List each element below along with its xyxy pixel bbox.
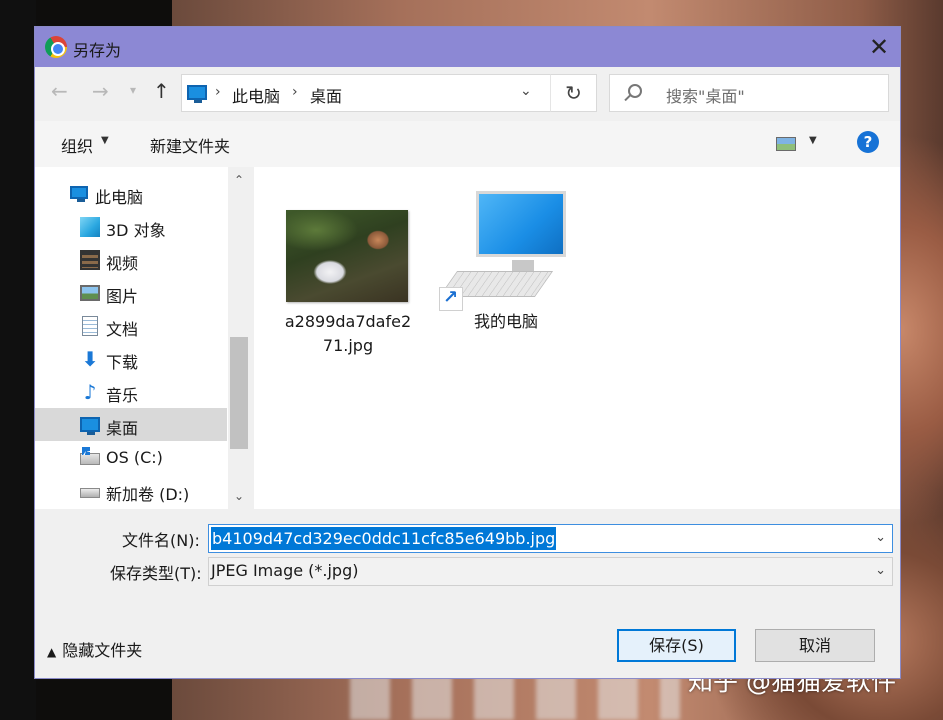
sidebar-item-3d-objects[interactable]: 3D 对象 [35, 210, 227, 243]
sidebar-item-label: 音乐 [106, 386, 139, 405]
view-caret-icon[interactable]: ▼ [809, 135, 817, 146]
sidebar-item-drive-d[interactable]: 新加卷 (D:) [35, 474, 227, 507]
organize-menu[interactable]: 组织 [61, 133, 93, 157]
close-icon[interactable]: ✕ [863, 31, 895, 63]
filename-input[interactable]: b4109d47cd329ec0ddc11cfc85e649bb.jpg ⌄ [208, 524, 893, 553]
video-icon [80, 250, 100, 270]
picture-icon [80, 285, 100, 301]
computer-shortcut-icon [476, 191, 566, 257]
cube-3d-icon [80, 217, 100, 237]
background-dark-strip [0, 0, 36, 720]
windows-logo-icon [82, 447, 90, 455]
sidebar-item-label: 此电脑 [95, 188, 144, 207]
sidebar-item-label: 新加卷 (D:) [106, 485, 190, 504]
forward-arrow-icon[interactable]: → [92, 79, 109, 103]
title-bar[interactable]: 另存为 ✕ [35, 27, 900, 67]
chevron-down-icon[interactable]: ⌄ [875, 563, 886, 578]
breadcrumb-separator-icon[interactable]: › [292, 84, 298, 100]
sidebar-item-label: OS (C:) [106, 448, 163, 467]
filename-value[interactable]: b4109d47cd329ec0ddc11cfc85e649bb.jpg [211, 527, 557, 550]
window-title: 另存为 [73, 41, 122, 60]
document-icon [82, 316, 98, 336]
filetype-value: JPEG Image (*.jpg) [211, 561, 359, 580]
file-name-label: a2899da7dafe2 71.jpg [284, 312, 412, 355]
sidebar-item-label: 图片 [106, 287, 139, 306]
sidebar-item-label: 3D 对象 [106, 221, 166, 240]
navigation-pane: 此电脑 3D 对象 视频 图片 文档 ⬇ 下载 ♪ 音乐 桌面 OS (C:) … [35, 167, 250, 509]
new-folder-button[interactable]: 新建文件夹 [150, 133, 230, 157]
toolbar: 组织 ▼ 新建文件夹 ▼ ? [35, 121, 900, 167]
nav-scrollbar[interactable]: ⌃ ⌄ [228, 167, 250, 509]
organize-caret-icon[interactable]: ▼ [101, 135, 109, 146]
breadcrumb-desktop[interactable]: 桌面 [310, 83, 342, 107]
breadcrumb-this-pc[interactable]: 此电脑 [232, 83, 280, 107]
sidebar-item-label: 桌面 [106, 419, 139, 438]
filename-label: 文件名(N): [122, 531, 200, 550]
up-arrow-icon[interactable]: ↑ [153, 79, 170, 103]
recent-locations-chevron-icon[interactable]: ▾ [130, 83, 136, 97]
scrollbar-thumb[interactable] [230, 337, 248, 449]
drive-icon [80, 488, 100, 498]
back-arrow-icon[interactable]: ← [51, 79, 68, 103]
search-box[interactable]: 搜索"桌面" [609, 74, 889, 112]
sidebar-item-this-pc[interactable]: 此电脑 [35, 177, 227, 210]
chevron-down-icon[interactable]: ⌄ [228, 485, 250, 507]
file-list-pane: a2899da7dafe2 71.jpg 我的电脑 [254, 167, 900, 509]
save-as-dialog: 另存为 ✕ ← → ▾ ↑ › 此电脑 › 桌面 ⌄ ↻ 搜索"桌面" 组织 ▼… [34, 26, 901, 679]
computer-icon [187, 85, 207, 103]
sidebar-item-pictures[interactable]: 图片 [35, 276, 227, 309]
sidebar-item-documents[interactable]: 文档 [35, 309, 227, 342]
filetype-select[interactable]: JPEG Image (*.jpg) ⌄ [208, 557, 893, 586]
breadcrumb-separator-icon[interactable]: › [215, 84, 221, 100]
background-blurred-caption [350, 676, 680, 720]
refresh-icon: ↻ [565, 81, 582, 105]
sidebar-item-label: 视频 [106, 254, 139, 273]
filetype-label: 保存类型(T): [110, 564, 202, 583]
search-icon [628, 84, 642, 98]
file-name-label: 我的电脑 [473, 312, 538, 331]
cancel-button[interactable]: 取消 [755, 629, 875, 662]
hide-folders-toggle[interactable]: ▲ 隐藏文件夹 [47, 637, 142, 661]
chevron-up-icon[interactable]: ⌃ [228, 169, 250, 191]
search-placeholder: 搜索"桌面" [666, 87, 745, 106]
music-note-icon: ♪ [83, 380, 97, 404]
sidebar-item-music[interactable]: ♪ 音乐 [35, 375, 227, 408]
sidebar-item-downloads[interactable]: ⬇ 下载 [35, 342, 227, 375]
hide-folders-label: 隐藏文件夹 [62, 641, 143, 660]
address-bar[interactable]: › 此电脑 › 桌面 ⌄ [181, 74, 597, 112]
view-options-icon[interactable] [776, 137, 796, 151]
computer-icon [70, 186, 88, 202]
sidebar-item-label: 文档 [106, 320, 139, 339]
desktop-icon [80, 417, 100, 435]
download-arrow-icon: ⬇ [81, 347, 99, 371]
refresh-button[interactable]: ↻ [550, 74, 597, 112]
image-thumbnail [286, 210, 408, 302]
sidebar-item-videos[interactable]: 视频 [35, 243, 227, 276]
sidebar-item-label: 下载 [106, 353, 139, 372]
sidebar-item-drive-c[interactable]: OS (C:) [35, 441, 227, 474]
sidebar-item-desktop[interactable]: 桌面 [35, 408, 227, 441]
chrome-icon [45, 36, 67, 58]
save-button[interactable]: 保存(S) [617, 629, 736, 662]
shortcut-arrow-icon [439, 287, 463, 311]
chevron-down-icon[interactable]: ⌄ [875, 530, 886, 545]
help-icon[interactable]: ? [857, 131, 879, 153]
chevron-up-icon: ▲ [47, 645, 57, 659]
chevron-down-icon[interactable]: ⌄ [520, 83, 532, 99]
